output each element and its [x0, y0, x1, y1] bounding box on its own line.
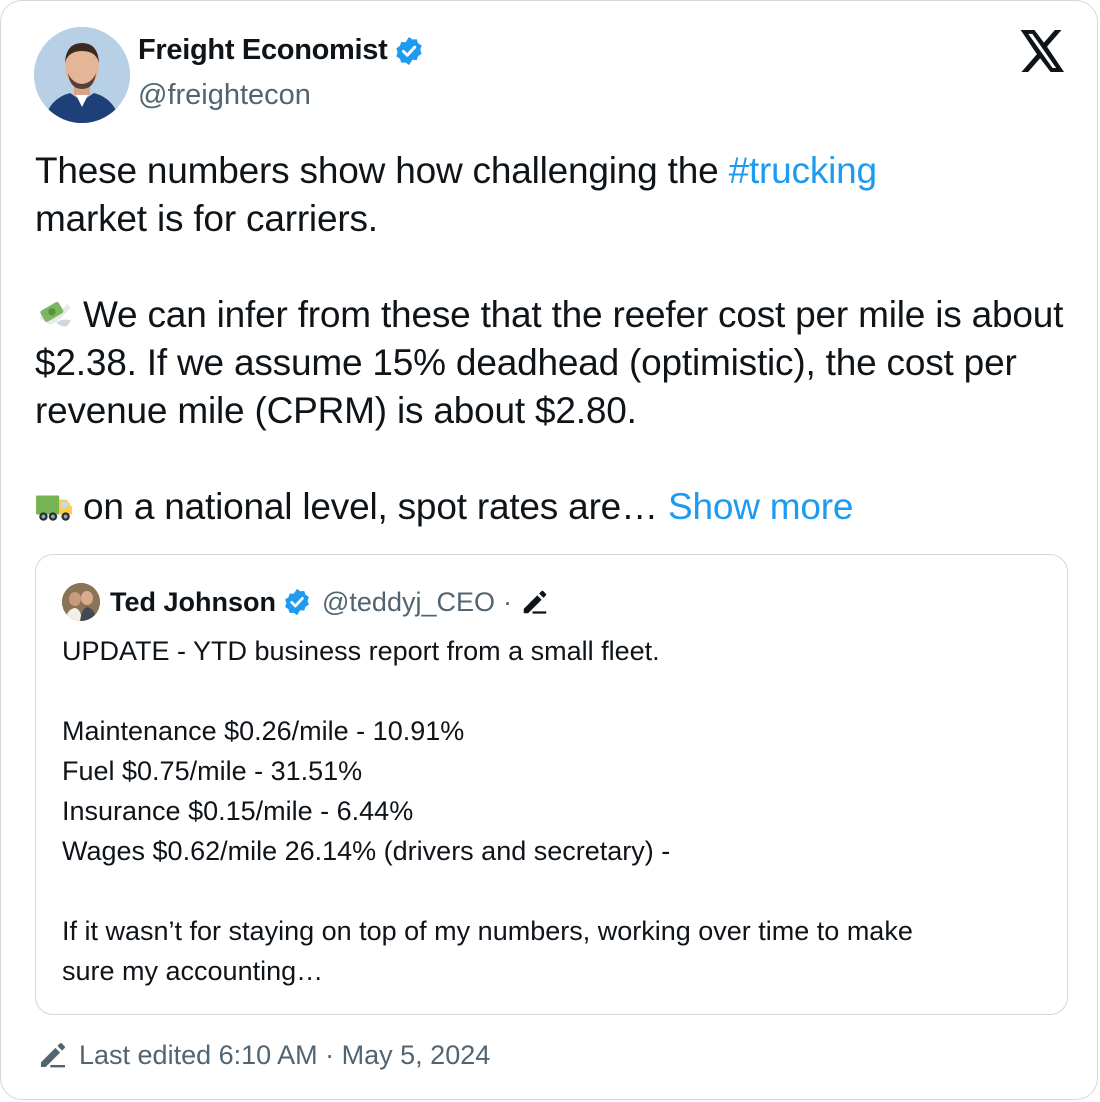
tweet-text-line2: market is for carriers.: [35, 198, 378, 239]
hashtag-link[interactable]: #trucking: [729, 150, 878, 191]
quoted-line: If it wasn’t for staying on top of my nu…: [62, 916, 913, 946]
author-name-text[interactable]: Freight Economist: [138, 34, 388, 67]
quoted-author-name[interactable]: Ted Johnson: [110, 587, 276, 618]
quoted-tweet-header: Ted Johnson @teddyj_CEO ·: [110, 582, 550, 622]
quoted-author-avatar[interactable]: [62, 583, 100, 621]
tweet-paragraph-2: We can infer from these that the reefer …: [35, 291, 1075, 435]
tweet-text-para2: We can infer from these that the reefer …: [35, 294, 1064, 431]
quoted-line: sure my accounting…: [62, 956, 324, 986]
edit-pencil-icon: [523, 590, 547, 614]
edit-timestamp[interactable]: Last edited 6:10 AM · May 5, 2024: [37, 1039, 490, 1071]
quoted-line: Insurance $0.15/mile - 6.44%: [62, 796, 414, 826]
edit-pencil-icon: [41, 1043, 65, 1068]
author-name[interactable]: Freight Economist: [138, 34, 425, 67]
separator-dot: ·: [502, 586, 512, 617]
quoted-tweet[interactable]: Ted Johnson @teddyj_CEO · UPDATE - YTD b…: [35, 554, 1068, 1015]
quoted-line: UPDATE - YTD business report from a smal…: [62, 636, 660, 666]
tweet-text-para3: on a national level, spot rates are…: [83, 486, 658, 527]
x-logo-icon[interactable]: [1020, 30, 1066, 72]
author-avatar[interactable]: [34, 27, 130, 123]
quoted-line: Wages $0.62/mile 26.14% (drivers and sec…: [62, 836, 671, 866]
quoted-tweet-body: UPDATE - YTD business report from a smal…: [62, 631, 1052, 991]
tweet-text-line1: These numbers show how challenging the: [35, 150, 729, 191]
money-with-wings-icon: [39, 301, 71, 327]
quoted-line: Maintenance $0.26/mile - 10.91%: [62, 716, 465, 746]
truck-icon: [36, 495, 72, 521]
verified-badge-icon: [396, 36, 423, 65]
verified-badge-icon: [285, 588, 309, 616]
quoted-line: Fuel $0.75/mile - 31.51%: [62, 756, 363, 786]
author-handle[interactable]: @freightecon: [138, 79, 311, 112]
tweet-text: These numbers show how challenging the #…: [35, 147, 1075, 531]
edit-timestamp-text[interactable]: Last edited 6:10 AM · May 5, 2024: [79, 1040, 490, 1071]
tweet-paragraph-1: These numbers show how challenging the #…: [35, 147, 1075, 243]
quoted-author-handle[interactable]: @teddyj_CEO: [322, 587, 495, 618]
tweet-card: Freight Economist @freightecon These num…: [0, 0, 1098, 1100]
show-more-link[interactable]: Show more: [668, 486, 854, 527]
tweet-paragraph-3: on a national level, spot rates are… Sho…: [35, 483, 1075, 531]
